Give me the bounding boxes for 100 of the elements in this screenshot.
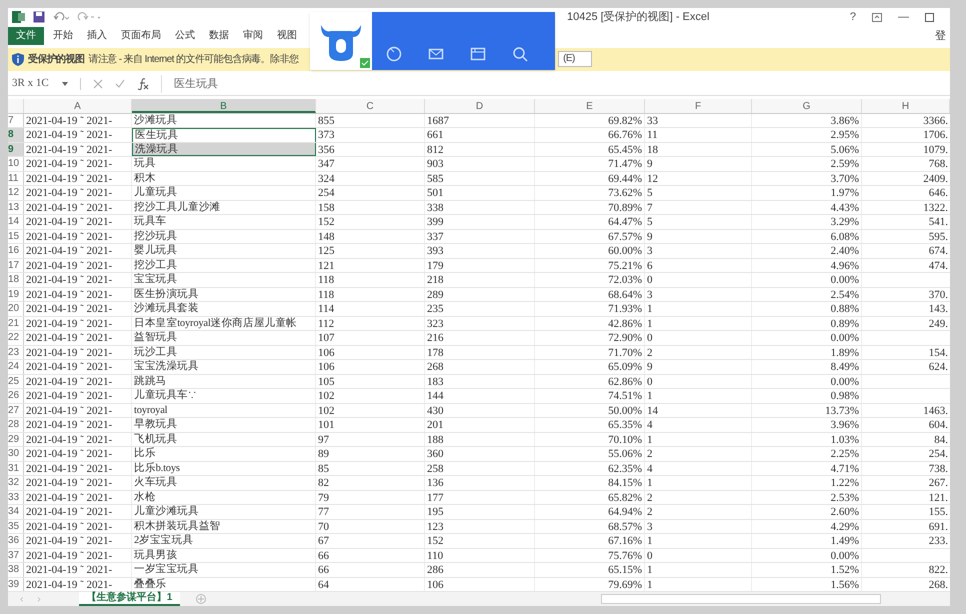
column-header[interactable]: F [645,98,752,112]
table-cell: 1 [645,302,752,316]
column-header[interactable]: G [752,98,862,112]
row-header[interactable]: 20 [8,302,24,316]
row-header[interactable]: 18 [8,273,24,286]
ribbon-tab[interactable]: 数据 [204,26,234,45]
sheet-tab[interactable]: 【生意参谋平台】1 [78,592,180,606]
table-cell-text: 1322. [922,200,949,214]
row-header[interactable]: 9 [8,142,24,156]
table-cell: 55.06% [535,447,645,460]
ribbon-tab[interactable]: 开始 [48,26,78,45]
column-header[interactable]: E [535,98,645,112]
table-cell: 2021-04-19 ˜ 2021- [24,288,132,301]
column-header[interactable]: C [316,98,425,112]
row-header[interactable]: 7 [8,114,24,127]
horizontal-scrollbar[interactable] [601,594,882,604]
table-cell: 136 [425,476,535,490]
row-header[interactable]: 22 [8,331,24,344]
table-cell: 2岁宝宝玩具 [132,534,316,548]
row-header[interactable]: 21 [8,316,24,330]
table-cell: 65.15% [535,563,645,576]
enable-editing-button[interactable]: (E) [558,51,592,68]
row-header[interactable]: 11 [8,172,24,185]
row-header[interactable]: 15 [8,230,24,243]
table-cell: 393 [425,244,535,258]
table-cell: 4.96% [752,258,862,272]
row-header[interactable]: 29 [8,432,24,446]
mail-icon[interactable] [428,46,444,62]
table-cell: 4.43% [752,200,862,214]
ribbon-tab[interactable]: 公式 [170,26,200,45]
maximize-icon[interactable] [925,12,934,22]
row-header[interactable]: 14 [8,215,24,228]
column-header[interactable]: B [132,98,316,112]
row-header[interactable]: 36 [8,534,24,548]
window-icon[interactable] [470,46,486,62]
ribbon-tab[interactable]: 页面布局 [116,26,166,45]
table-cell: 101 [316,418,425,432]
table-cell: 1.52% [752,563,862,576]
ribbon-tab[interactable]: 审阅 [238,26,268,45]
formula-field[interactable]: 医生玩具 [161,74,946,93]
table-cell: 105 [316,374,425,388]
minimize-button[interactable]: — [898,9,909,26]
table-cell-text: 768. [928,157,949,170]
row-header[interactable]: 17 [8,258,24,272]
row-header[interactable]: 31 [8,462,24,475]
dropdown-icon[interactable] [62,82,68,86]
row-header[interactable]: 25 [8,374,24,388]
ribbon-tab[interactable]: 插入 [82,26,112,45]
table-cell: 1.22% [752,476,862,490]
help-button[interactable]: ? [850,9,856,26]
table-cell: 67.16% [535,534,645,548]
table-cell: 沙滩玩具 [132,114,316,127]
row-header[interactable]: 19 [8,288,24,301]
function-icon[interactable] [137,78,149,90]
save-icon[interactable] [33,11,45,24]
table-cell: 3.70% [752,172,862,185]
table-cell: 2021-04-19 ˜ 2021- [24,215,132,228]
table-cell: 2 [645,346,752,359]
table-cell: 399 [425,215,535,228]
table-cell-text: 370. [928,288,949,301]
row-header[interactable]: 24 [8,360,24,374]
row-header[interactable]: 34 [8,505,24,518]
table-cell: 33 [645,114,752,127]
table-cell: 2021-04-19 ˜ 2021- [24,432,132,446]
row-header[interactable]: 33 [8,490,24,504]
table-cell: 1 [645,578,752,591]
column-header[interactable]: D [425,98,535,112]
row-header[interactable]: 32 [8,476,24,490]
cancel-icon[interactable] [93,78,103,89]
row-header[interactable]: 10 [8,157,24,170]
name-box[interactable]: 3R x 1C [12,75,58,92]
ribbon-tab[interactable]: 视图 [272,26,302,45]
table-cell: 106 [316,360,425,374]
ribbon-tab[interactable]: 文件 [8,26,44,45]
row-header[interactable]: 38 [8,563,24,576]
row-header[interactable]: 30 [8,447,24,460]
row-header[interactable]: 37 [8,548,24,562]
undo-icon[interactable] [53,12,69,22]
row-header[interactable]: 12 [8,186,24,200]
row-header[interactable]: 28 [8,418,24,432]
table-cell: 2021-04-19 ˜ 2021- [24,230,132,243]
ribbon-display-icon[interactable] [872,12,882,22]
row-header[interactable]: 35 [8,520,24,533]
confirm-icon[interactable] [115,78,125,89]
row-header[interactable]: 13 [8,200,24,214]
row-header[interactable]: 27 [8,404,24,417]
redo-icon[interactable] [77,12,101,22]
table-cell: 97 [316,432,425,446]
search-icon[interactable] [512,46,528,62]
sign-in-link[interactable]: 登 [935,28,946,44]
row-header[interactable]: 23 [8,346,24,359]
row-header[interactable]: 16 [8,244,24,258]
table-cell: 2 [645,505,752,518]
row-header[interactable]: 8 [8,128,24,142]
table-cell: 152 [425,534,535,548]
table-cell: 903 [425,157,535,170]
row-header[interactable]: 26 [8,389,24,402]
table-cell: 125 [316,244,425,258]
column-header[interactable]: H [862,98,950,112]
row-header[interactable]: 39 [8,578,24,591]
